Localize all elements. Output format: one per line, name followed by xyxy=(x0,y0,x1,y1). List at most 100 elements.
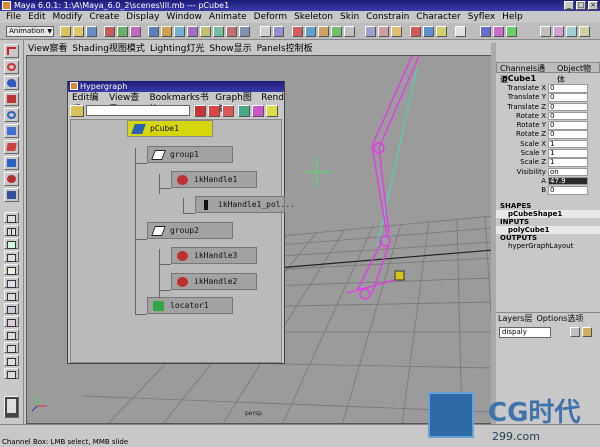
close-button[interactable]: × xyxy=(588,1,598,10)
mask-handles-icon[interactable] xyxy=(148,26,159,37)
hg-menu-view[interactable]: View查看 xyxy=(109,92,143,115)
lock-selection-icon[interactable] xyxy=(260,26,271,37)
hg-frame-selection-icon[interactable] xyxy=(252,105,264,117)
scale-tool[interactable] xyxy=(4,124,19,138)
new-layer-icon[interactable] xyxy=(570,327,580,337)
channel-value[interactable]: on xyxy=(548,167,588,177)
tab-object[interactable]: Object物体 xyxy=(557,63,599,84)
tab-channels[interactable]: Channels通道 xyxy=(500,63,553,84)
locator-cross[interactable] xyxy=(302,156,332,188)
hg-node-group1[interactable]: group1 xyxy=(147,146,233,163)
channel-value[interactable]: 1 xyxy=(548,149,588,158)
hg-menu-edit[interactable]: Edit编辑 xyxy=(72,92,103,115)
select-component-icon[interactable] xyxy=(130,26,141,37)
snap-point-icon[interactable] xyxy=(318,26,329,37)
mask-surfaces-icon[interactable] xyxy=(187,26,198,37)
menu-skin[interactable]: Skin xyxy=(340,11,359,23)
show-tool-settings-icon[interactable] xyxy=(493,26,504,37)
menu-animate[interactable]: Animate xyxy=(209,11,247,23)
hg-input-output-icon[interactable] xyxy=(208,105,220,117)
hg-layout-icon[interactable] xyxy=(266,105,278,117)
layout-persp-outliner[interactable] xyxy=(4,251,19,262)
mask-rendering-icon[interactable] xyxy=(226,26,237,37)
channel-value[interactable]: 1 xyxy=(548,158,588,167)
layout-extra3[interactable] xyxy=(4,368,19,379)
layout-trax[interactable] xyxy=(4,303,19,314)
hg-node-ikhandle3[interactable]: ikHandle3 xyxy=(171,247,257,264)
render-globals-icon[interactable] xyxy=(436,26,447,37)
menu-help[interactable]: Help xyxy=(502,11,523,23)
select-object-icon[interactable] xyxy=(117,26,128,37)
hg-search-input[interactable] xyxy=(86,105,190,116)
channel-row[interactable]: B0 xyxy=(496,186,600,195)
channel-row[interactable]: Rotate Z0 xyxy=(496,130,600,139)
tab-layers[interactable]: Layers层 xyxy=(498,313,532,324)
layout-graph-editor[interactable] xyxy=(4,290,19,301)
select-tool[interactable] xyxy=(4,44,19,58)
lasso-tool[interactable] xyxy=(4,60,19,74)
hypergraph-window[interactable]: Hypergraph Edit编辑 View查看 Bookmarks书签 Gra… xyxy=(67,81,295,364)
menu-skeleton[interactable]: Skeleton xyxy=(294,11,333,23)
menu-edit[interactable]: Edit xyxy=(28,11,45,23)
layout-outliner[interactable] xyxy=(4,329,19,340)
channel-row[interactable]: Rotate Y0 xyxy=(496,121,600,130)
channel-row[interactable]: Scale Z1 xyxy=(496,158,600,167)
channel-row[interactable]: Rotate X0 xyxy=(496,111,600,121)
output-ops-icon[interactable] xyxy=(378,26,389,37)
quick-selection-field[interactable] xyxy=(455,26,466,37)
hg-menu-bookmarks[interactable]: Bookmarks书签 xyxy=(149,92,209,115)
hg-frame-all-icon[interactable] xyxy=(238,105,250,117)
minimize-button[interactable]: _ xyxy=(564,1,574,10)
snap-view-plane-icon[interactable] xyxy=(331,26,342,37)
layout-four-pane[interactable] xyxy=(4,225,19,236)
channel-value-selected[interactable]: 47.9 xyxy=(548,176,588,186)
menu-window[interactable]: Window xyxy=(166,11,202,23)
mask-deformers-icon[interactable] xyxy=(200,26,211,37)
construction-history-icon[interactable] xyxy=(391,26,402,37)
channel-value[interactable]: 0 xyxy=(548,130,588,139)
snap-grid-icon[interactable] xyxy=(292,26,303,37)
channel-row[interactable]: Translate Z0 xyxy=(496,102,600,112)
menu-create[interactable]: Create xyxy=(89,11,119,23)
layer-type-select[interactable]: dispaly xyxy=(499,327,551,338)
layer-from-selection-icon[interactable] xyxy=(582,327,592,337)
make-live-icon[interactable] xyxy=(344,26,355,37)
menu-modify[interactable]: Modify xyxy=(53,11,83,23)
menu-syflex[interactable]: Syflex xyxy=(468,11,495,23)
render-frame-icon[interactable] xyxy=(410,26,421,37)
shelf-tab-icon[interactable] xyxy=(553,26,564,37)
channel-value[interactable]: 0 xyxy=(548,84,588,93)
layout-extra2[interactable] xyxy=(4,355,19,366)
move-tool[interactable] xyxy=(4,92,19,106)
highlight-selection-icon[interactable] xyxy=(273,26,284,37)
snap-curve-icon[interactable] xyxy=(305,26,316,37)
panel-menu-lighting[interactable]: Lighting灯光 xyxy=(150,43,204,55)
hg-node-ikhandle2[interactable]: ikHandle2 xyxy=(171,273,257,290)
hg-menu-graph[interactable]: Graph图表 xyxy=(215,92,255,115)
layout-persp-graph[interactable] xyxy=(4,264,19,275)
output-item[interactable]: hyperGraphLayout xyxy=(496,242,600,250)
panel-menu-panels[interactable]: Panels控制板 xyxy=(257,43,313,55)
channel-row[interactable]: Scale Y1 xyxy=(496,149,600,158)
panel-menu-shading[interactable]: Shading视图模式 xyxy=(72,43,145,55)
menu-file[interactable]: File xyxy=(6,11,21,23)
channel-row[interactable]: Visibility on xyxy=(496,167,600,177)
mask-joints-icon[interactable] xyxy=(161,26,172,37)
input-item[interactable]: polyCube1 xyxy=(496,225,600,234)
channel-value[interactable]: 1 xyxy=(548,139,588,149)
ipr-render-icon[interactable] xyxy=(423,26,434,37)
channel-value[interactable]: 0 xyxy=(548,93,588,102)
show-attribute-editor-icon[interactable] xyxy=(480,26,491,37)
shelf-tab2-icon[interactable] xyxy=(566,26,577,37)
layout-extra[interactable] xyxy=(4,342,19,353)
open-scene-icon[interactable] xyxy=(73,26,84,37)
select-hierarchy-icon[interactable] xyxy=(104,26,115,37)
hypergraph-title-bar[interactable]: Hypergraph xyxy=(68,81,284,92)
hg-bookmark-icon[interactable] xyxy=(70,105,84,117)
channel-value[interactable]: 0 xyxy=(548,186,588,195)
manipulator-tool[interactable] xyxy=(4,140,19,154)
hg-node-locator1[interactable]: locator1 xyxy=(147,297,233,314)
hg-node-pcube1[interactable]: pCube1 xyxy=(127,120,213,137)
panel-menu-show[interactable]: Show显示 xyxy=(209,43,251,55)
hg-dependency-icon[interactable] xyxy=(222,105,234,117)
